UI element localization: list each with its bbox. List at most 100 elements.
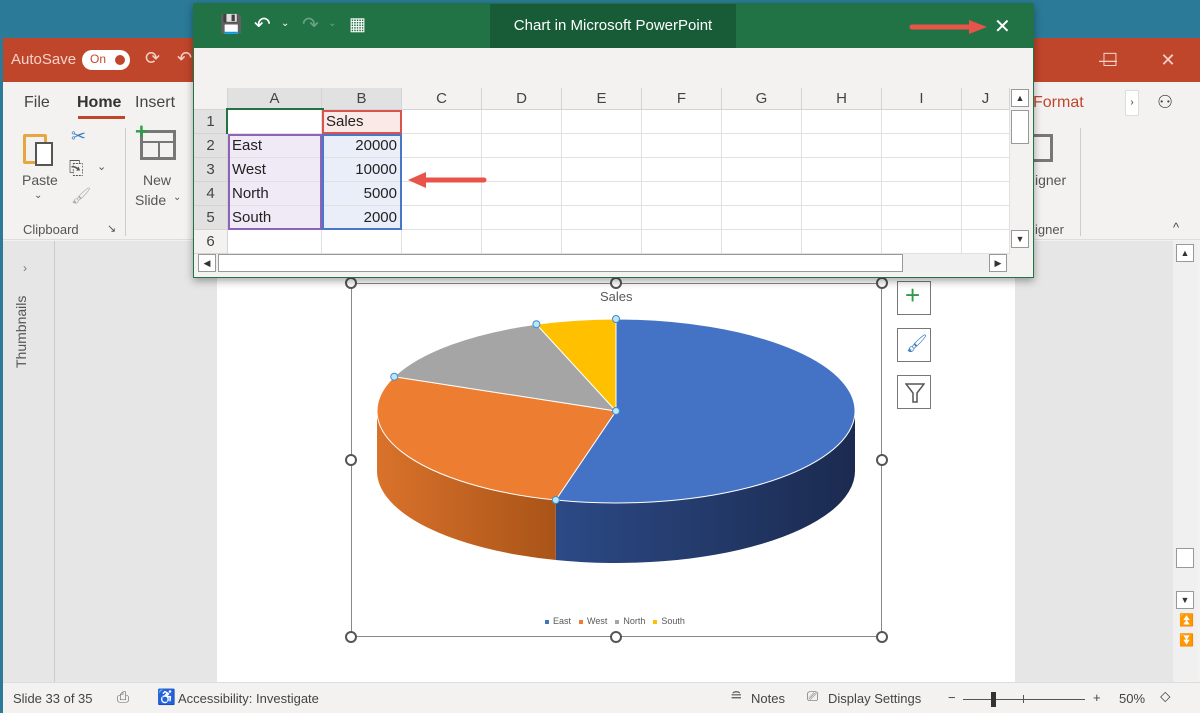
column-header[interactable]: J xyxy=(962,88,1010,110)
paste-dropdown-icon[interactable]: ⌄ xyxy=(34,190,42,201)
ribbon-scroll-right[interactable]: › xyxy=(1125,90,1139,116)
cell[interactable] xyxy=(722,134,802,158)
row-header[interactable]: 5 xyxy=(194,206,228,230)
legend-item[interactable]: South xyxy=(653,616,685,626)
previous-slide-icon[interactable]: ⏫ xyxy=(1179,613,1194,627)
cell[interactable] xyxy=(562,110,642,134)
scroll-down-button[interactable]: ▼ xyxy=(1176,591,1194,609)
cell[interactable] xyxy=(482,158,562,182)
cell[interactable] xyxy=(962,182,1010,206)
slice-point-handle[interactable] xyxy=(532,320,541,329)
vertical-scrollbar[interactable]: ▲ ▼ ⏫ ⏬ xyxy=(1173,241,1197,681)
cell[interactable] xyxy=(482,182,562,206)
fit-slide-icon[interactable]: ⬦ xyxy=(1160,688,1171,705)
grid-scroll-left[interactable]: ◀ xyxy=(198,254,216,272)
legend-item[interactable]: East xyxy=(545,616,571,626)
column-header[interactable]: E xyxy=(562,88,642,110)
cell[interactable] xyxy=(322,230,402,254)
collapse-ribbon-icon[interactable]: ^ xyxy=(1173,220,1179,235)
column-header[interactable]: I xyxy=(882,88,962,110)
maximize-button[interactable]: ☐ xyxy=(1095,46,1125,74)
cell[interactable] xyxy=(402,230,482,254)
copy-dropdown-icon[interactable]: ⌄ xyxy=(97,160,106,173)
grid-scroll-right[interactable]: ▶ xyxy=(989,254,1007,272)
zoom-out-button[interactable]: − xyxy=(948,690,956,705)
pie-chart[interactable] xyxy=(351,283,882,637)
column-header[interactable]: G xyxy=(722,88,802,110)
cell[interactable] xyxy=(642,182,722,206)
cell[interactable]: West xyxy=(228,158,322,182)
tab-insert[interactable]: Insert xyxy=(135,94,175,112)
grid-scroll-thumb[interactable] xyxy=(1011,110,1029,144)
cell[interactable] xyxy=(562,158,642,182)
resize-handle-mr[interactable] xyxy=(876,454,888,466)
cell[interactable] xyxy=(402,110,482,134)
row-header[interactable]: 3 xyxy=(194,158,228,182)
paste-label[interactable]: Paste xyxy=(22,172,58,188)
chart-styles-button[interactable]: 🖌 xyxy=(897,328,931,362)
undo-icon[interactable]: ↶ xyxy=(177,48,192,69)
cell[interactable] xyxy=(402,206,482,230)
chart-legend[interactable]: East West North South xyxy=(545,616,693,626)
zoom-slider-track[interactable] xyxy=(963,699,1085,700)
cell[interactable]: 10000 xyxy=(322,158,402,182)
designer-icon[interactable] xyxy=(1031,134,1053,162)
cell[interactable] xyxy=(562,182,642,206)
legend-item[interactable]: North xyxy=(615,616,645,626)
next-slide-icon[interactable]: ⏬ xyxy=(1179,633,1194,647)
display-settings-button[interactable]: Display Settings xyxy=(828,691,921,706)
cell[interactable] xyxy=(802,182,882,206)
cut-icon[interactable]: ✂ xyxy=(71,126,86,147)
expand-thumbnails-icon[interactable]: › xyxy=(23,261,27,275)
cell[interactable] xyxy=(722,110,802,134)
resize-handle-br[interactable] xyxy=(876,631,888,643)
accessibility-icon[interactable]: ♿ xyxy=(157,688,176,706)
cell[interactable] xyxy=(722,230,802,254)
cell[interactable]: South xyxy=(228,206,322,230)
cell[interactable]: 2000 xyxy=(322,206,402,230)
grid-scroll-up[interactable]: ▲ xyxy=(1011,89,1029,107)
column-header[interactable]: C xyxy=(402,88,482,110)
row-header[interactable]: 2 xyxy=(194,134,228,158)
cell[interactable] xyxy=(482,206,562,230)
cell[interactable] xyxy=(482,230,562,254)
cell[interactable] xyxy=(642,230,722,254)
cell[interactable] xyxy=(642,206,722,230)
slice-point-handle[interactable] xyxy=(551,496,560,505)
grid-hscroll-thumb[interactable] xyxy=(218,254,903,272)
pie-center-handle[interactable] xyxy=(612,407,620,415)
zoom-in-button[interactable]: + xyxy=(1093,690,1101,705)
resize-handle-tl[interactable] xyxy=(345,277,357,289)
cell[interactable] xyxy=(882,230,962,254)
cell[interactable] xyxy=(722,182,802,206)
designer-label[interactable]: igner xyxy=(1035,172,1066,188)
legend-item[interactable]: West xyxy=(579,616,607,626)
cell[interactable] xyxy=(962,110,1010,134)
cell[interactable] xyxy=(962,134,1010,158)
undo-icon[interactable]: ↶ xyxy=(254,12,271,37)
new-slide-label-2[interactable]: Slide xyxy=(135,192,166,208)
column-header[interactable]: F xyxy=(642,88,722,110)
cell[interactable] xyxy=(802,110,882,134)
cell[interactable] xyxy=(882,206,962,230)
thumbnails-label[interactable]: Thumbnails xyxy=(13,288,29,368)
display-settings-icon[interactable]: ⎚ xyxy=(807,688,818,705)
cell[interactable] xyxy=(642,110,722,134)
cell[interactable] xyxy=(802,158,882,182)
slice-point-handle[interactable] xyxy=(390,372,399,381)
resize-handle-bc[interactable] xyxy=(610,631,622,643)
copy-icon[interactable]: ⎘ xyxy=(69,158,83,179)
zoom-slider-thumb[interactable] xyxy=(991,692,996,707)
chart-elements-button[interactable]: + xyxy=(897,280,931,315)
column-header[interactable]: H xyxy=(802,88,882,110)
cell[interactable] xyxy=(962,230,1010,254)
cell[interactable] xyxy=(882,110,962,134)
tab-file[interactable]: File xyxy=(24,94,50,112)
grid-scroll-down[interactable]: ▼ xyxy=(1011,230,1029,248)
clipboard-launcher-icon[interactable]: ↘ xyxy=(107,222,116,235)
cell[interactable] xyxy=(562,206,642,230)
format-painter-icon[interactable]: 🖌 xyxy=(71,186,91,206)
edit-data-in-excel-icon[interactable]: ▦ xyxy=(349,14,366,35)
column-header[interactable]: D xyxy=(482,88,562,110)
row-header[interactable]: 4 xyxy=(194,182,228,206)
